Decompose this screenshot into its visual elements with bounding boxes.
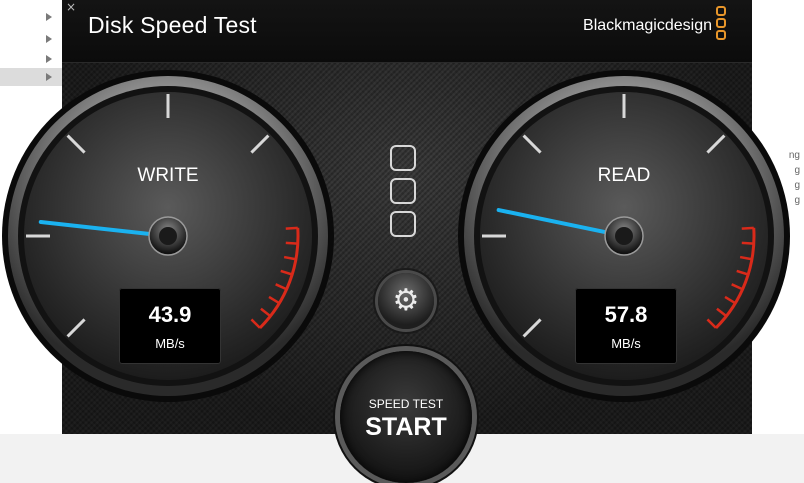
- background-text-fragment: g: [794, 180, 800, 191]
- disclosure-triangle-icon[interactable]: [46, 35, 52, 43]
- write-readout: 43.9 MB/s: [119, 288, 221, 364]
- title-bar[interactable]: × Disk Speed Test Blackmagicdesign: [62, 0, 752, 63]
- disclosure-triangle-icon[interactable]: [46, 13, 52, 21]
- app-title: Disk Speed Test: [88, 12, 257, 38]
- write-speed-value: 43.9: [148, 302, 192, 327]
- gauge-redline-tick: [285, 241, 298, 245]
- read-readout: 57.8 MB/s: [575, 288, 677, 364]
- write-gauge-label: WRITE: [137, 165, 199, 186]
- start-button-label: START: [365, 413, 447, 441]
- background-text-fragment: g: [794, 195, 800, 206]
- gauge-redline-tick: [285, 226, 298, 230]
- background-text-fragment: g: [794, 165, 800, 176]
- disk-speed-test-window: × Disk Speed Test Blackmagicdesign ⚙ SPE…: [2, 0, 790, 483]
- write-speed-unit: MB/s: [155, 336, 185, 351]
- start-button[interactable]: SPEED TEST START: [340, 351, 472, 483]
- gauge-redline-tick: [741, 241, 754, 245]
- gauge-redline-tick: [741, 226, 754, 230]
- close-button[interactable]: ×: [65, 1, 77, 13]
- gear-icon: ⚙: [392, 283, 420, 318]
- three-stacked-squares-icon: [390, 145, 424, 245]
- read-gauge-label: READ: [597, 165, 651, 186]
- read-speed-unit: MB/s: [611, 336, 641, 351]
- start-button-small-label: SPEED TEST: [368, 397, 444, 411]
- blackmagic-logo-icon: [716, 6, 730, 50]
- gauge-hub-center: [159, 227, 177, 245]
- gauge-hub-center: [615, 227, 633, 245]
- disclosure-triangle-icon[interactable]: [46, 55, 52, 63]
- settings-button[interactable]: ⚙: [378, 273, 434, 329]
- finder-row[interactable]: [0, 50, 62, 68]
- brand-name: Blackmagicdesign: [583, 17, 712, 34]
- read-speed-value: 57.8: [604, 302, 648, 327]
- read-gauge: READ 57.8 MB/s: [456, 68, 792, 404]
- write-gauge: WRITE 43.9 MB/s: [0, 68, 336, 404]
- finder-row[interactable]: [0, 8, 62, 26]
- finder-row[interactable]: [0, 30, 62, 48]
